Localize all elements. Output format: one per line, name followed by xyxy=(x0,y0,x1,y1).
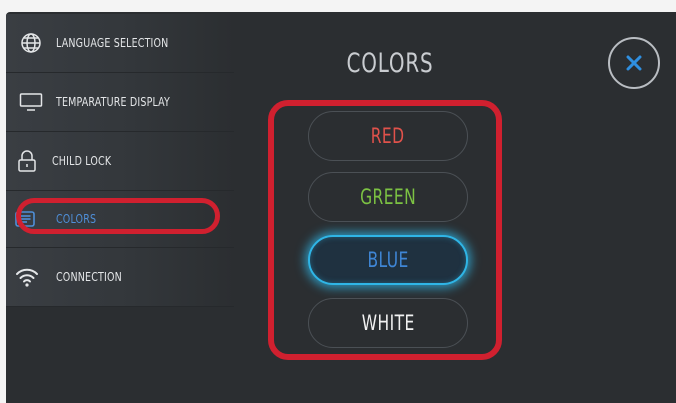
globe-icon xyxy=(18,30,44,56)
sidebar: LANGUAGE SELECTION TEMPARATURE DISPLAY C… xyxy=(6,12,234,308)
color-option-label: WHITE xyxy=(361,311,415,335)
close-icon xyxy=(624,53,644,73)
sidebar-item-temparature-display[interactable]: TEMPARATURE DISPLAY xyxy=(6,73,234,132)
sidebar-item-label: TEMPARATURE DISPLAY xyxy=(56,95,171,109)
wifi-icon xyxy=(14,264,40,290)
page-title: COLORS xyxy=(346,48,434,79)
sidebar-item-label: CONNECTION xyxy=(56,270,122,284)
color-option-red[interactable]: RED xyxy=(308,111,468,161)
color-option-label: RED xyxy=(371,124,405,148)
sidebar-item-child-lock[interactable]: CHILD LOCK xyxy=(6,132,234,191)
sidebar-item-label: LANGUAGE SELECTION xyxy=(56,36,169,50)
settings-screen: LANGUAGE SELECTION TEMPARATURE DISPLAY C… xyxy=(6,12,676,403)
sidebar-item-connection[interactable]: CONNECTION xyxy=(6,248,234,307)
color-option-label: GREEN xyxy=(360,185,416,209)
sidebar-item-colors[interactable]: COLORS xyxy=(6,191,234,248)
color-option-white[interactable]: WHITE xyxy=(308,298,468,348)
list-icon xyxy=(12,206,38,232)
color-option-blue[interactable]: BLUE xyxy=(308,235,468,285)
color-option-green[interactable]: GREEN xyxy=(308,172,468,222)
close-button[interactable] xyxy=(608,37,660,89)
monitor-icon xyxy=(18,89,44,115)
color-option-label: BLUE xyxy=(367,248,409,272)
sidebar-item-language-selection[interactable]: LANGUAGE SELECTION xyxy=(6,14,234,73)
lock-icon xyxy=(14,148,40,174)
sidebar-item-label: COLORS xyxy=(56,212,97,226)
sidebar-item-label: CHILD LOCK xyxy=(52,154,112,168)
